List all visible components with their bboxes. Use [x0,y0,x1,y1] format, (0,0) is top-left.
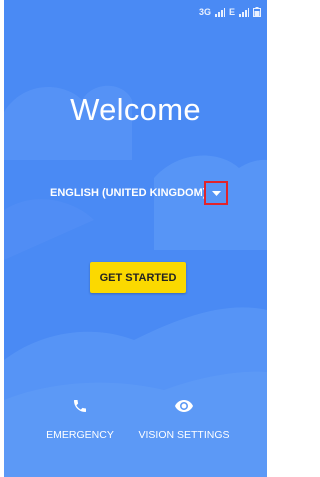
language-label[interactable]: ENGLISH (UNITED KINGDOM) [50,187,206,199]
emergency-button[interactable]: EMERGENCY [44,396,116,441]
cell-signal-icon-2 [239,7,249,17]
get-started-button[interactable]: GET STARTED [90,262,186,293]
emergency-label[interactable]: EMERGENCY [46,429,114,441]
language-dropdown-button[interactable] [204,181,228,205]
cell-signal-icon [214,7,225,17]
network-type-3g: 3G [198,7,211,17]
phone-icon[interactable] [72,398,88,414]
eye-icon[interactable] [175,399,193,413]
language-selector[interactable]: ENGLISH (UNITED KINGDOM) [50,187,206,199]
battery-icon [253,7,261,17]
vision-settings-label[interactable]: VISION SETTINGS [138,429,229,441]
dropdown-arrow-icon[interactable] [211,190,221,196]
status-bar: 3G E [4,0,267,24]
welcome-title: Welcome [70,92,201,127]
vision-settings-button[interactable]: VISION SETTINGS [132,396,236,441]
network-type-e: E [228,7,235,17]
setup-screen: 3G E Welcome ENGLISH (UNITED KINGDOM) GE… [4,0,267,477]
